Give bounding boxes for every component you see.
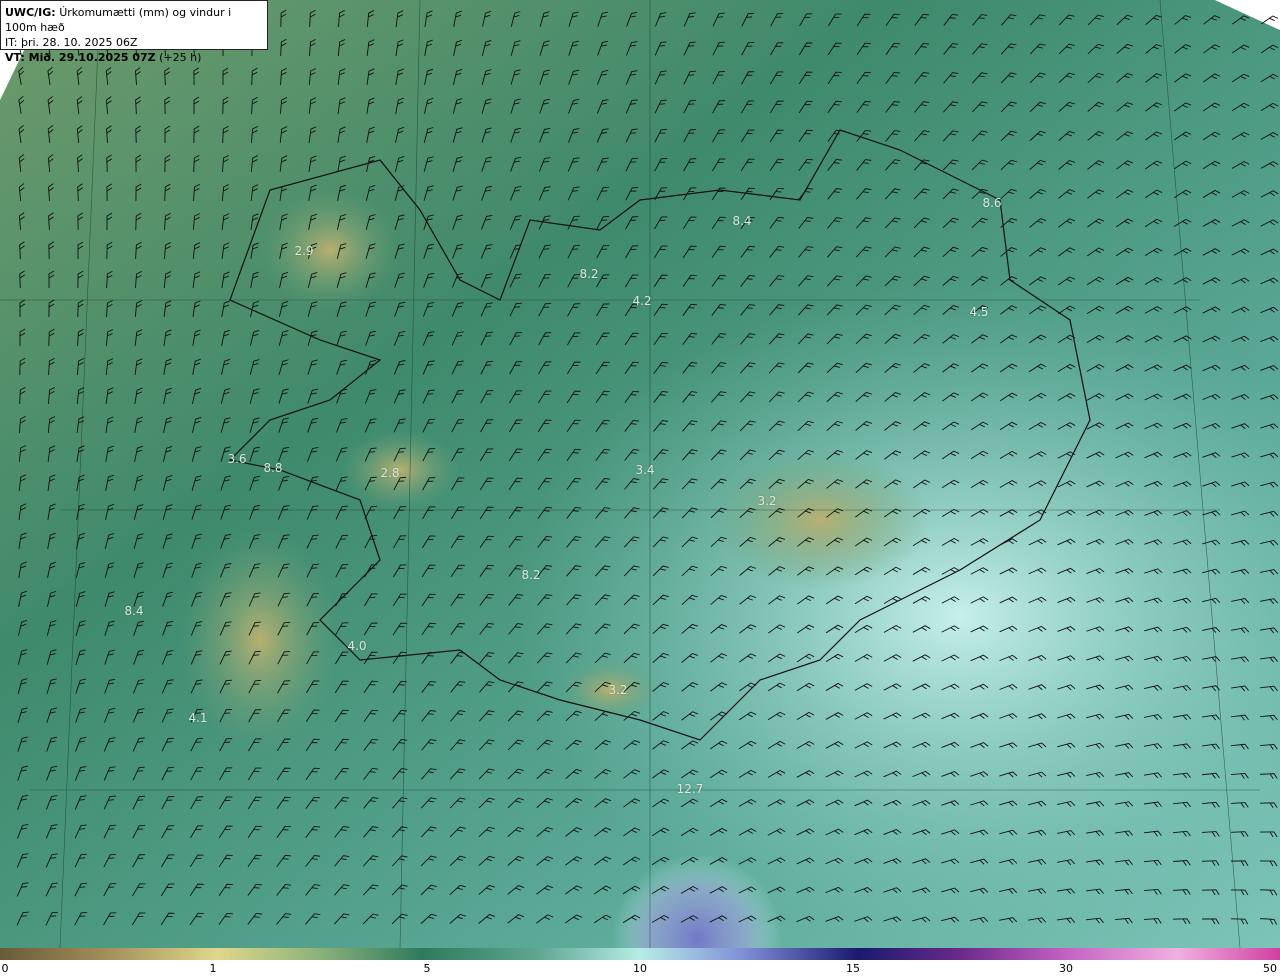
max-label: 3.2: [608, 683, 628, 697]
max-label: 8.6: [982, 196, 1002, 210]
max-label: 12.7: [676, 782, 704, 796]
max-label: 2.9: [294, 244, 314, 258]
colorbar-tick: 15: [846, 962, 860, 975]
max-label: 8.2: [579, 267, 599, 281]
max-label: 3.2: [757, 494, 777, 508]
colorbar-tick: 10: [633, 962, 647, 975]
map-info-box: UWC/IG: Úrkomumætti (mm) og vindur i 100…: [0, 0, 268, 64]
max-label: 4.2: [632, 294, 652, 308]
precip-min-snaefell: [340, 430, 460, 510]
model-prefix: UWC/IG:: [5, 6, 56, 19]
max-label: 8.4: [732, 214, 752, 228]
forecast-hour: (+25 h): [159, 51, 202, 64]
max-label: 2.8: [380, 466, 400, 480]
colorbar-tick: 50: [1263, 962, 1277, 975]
valid-time: VT: Mið. 29.10.2025 07Z: [5, 51, 156, 64]
max-label: 8.2: [521, 568, 541, 582]
max-label: 3.6: [227, 452, 247, 466]
colorbar-tick: 0: [1, 962, 9, 975]
colorbar-tick: 30: [1059, 962, 1073, 975]
colorbar-gradient: [0, 948, 1280, 960]
colorbar-tick: 5: [423, 962, 431, 975]
max-label: 8.4: [124, 604, 144, 618]
precip-min-vatnajokull: [710, 450, 930, 590]
max-label: 3.4: [635, 463, 655, 477]
max-label: 4.5: [969, 305, 989, 319]
max-label: 4.1: [188, 711, 208, 725]
max-label: 8.8: [263, 461, 283, 475]
max-label: 4.0: [347, 639, 367, 653]
initial-time: IT: þri. 28. 10. 2025 06Z: [5, 36, 138, 49]
colorbar-tick: 1: [209, 962, 217, 975]
